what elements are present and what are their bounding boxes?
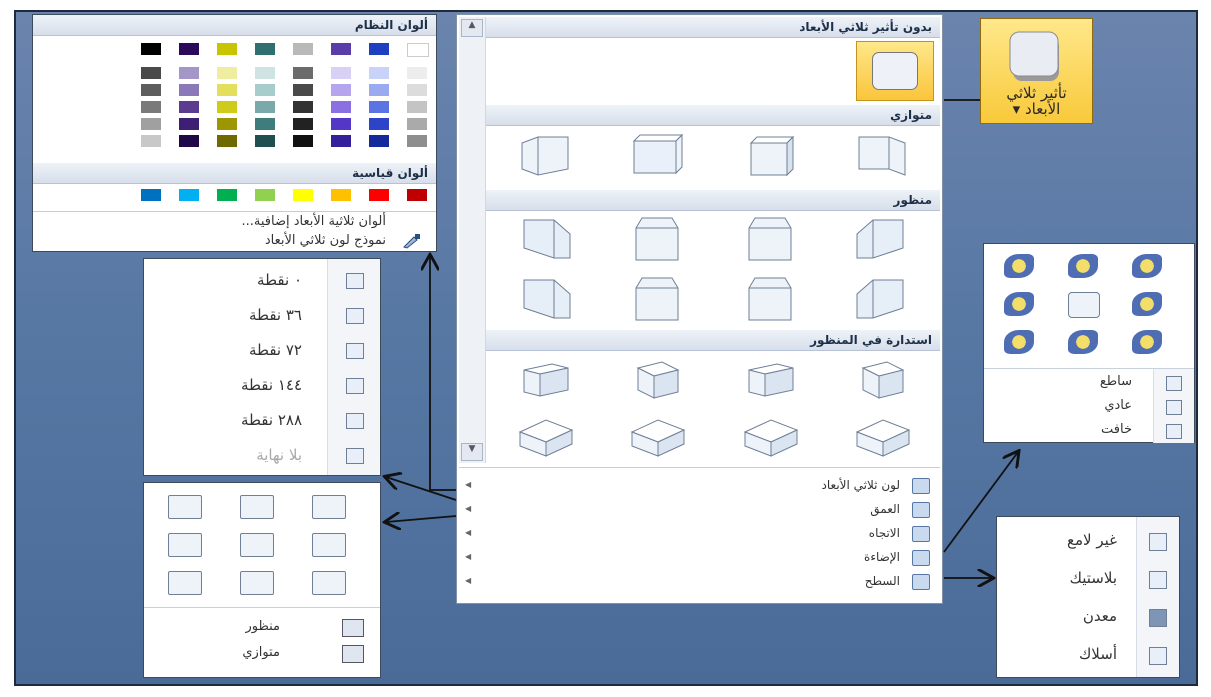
arrow-depth (386, 477, 457, 501)
arrow-lighting (943, 452, 1018, 553)
arrow-3d-color (430, 256, 456, 491)
connector-arrows (0, 99, 1211, 697)
arrow-direction (386, 516, 457, 522)
